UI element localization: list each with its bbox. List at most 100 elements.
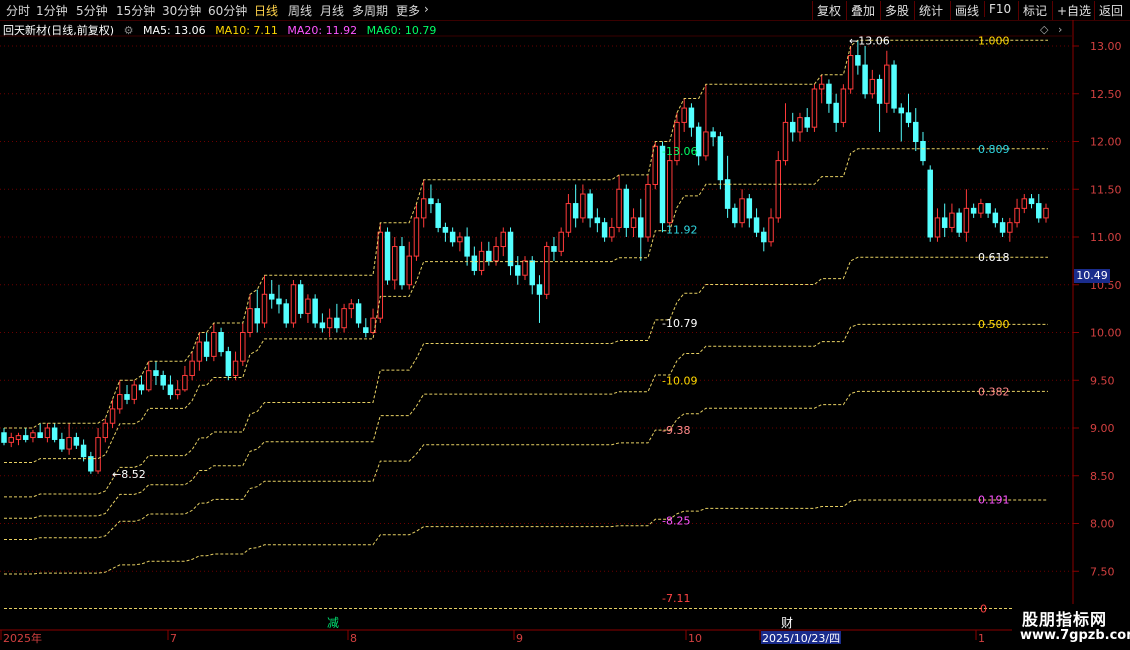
candle-down <box>891 64 897 109</box>
candle-down <box>905 112 912 123</box>
candle-up <box>884 64 890 104</box>
candle-up <box>840 88 847 123</box>
candle-up <box>768 217 774 243</box>
candle-down <box>710 131 716 138</box>
candle-up <box>189 360 195 376</box>
candle-up <box>782 121 789 162</box>
candle-down <box>283 303 289 324</box>
x-tick-label: 10 <box>688 632 702 645</box>
candle-down <box>124 394 130 400</box>
candle-down <box>384 231 391 281</box>
watermark-title: 股朋指标网 <box>1022 610 1108 629</box>
candle-up <box>457 236 463 243</box>
candle-down <box>623 188 630 228</box>
candle-up <box>652 145 658 185</box>
candle-up <box>290 284 297 324</box>
candle-up <box>681 107 687 123</box>
candle-down <box>449 231 456 243</box>
candle-down <box>22 435 29 440</box>
candle-down <box>507 231 514 267</box>
price-annotation: ←8.52 <box>112 468 146 481</box>
candle-down <box>486 250 492 262</box>
x-tick-label: 2025年 <box>3 631 42 645</box>
candle-down <box>927 169 933 238</box>
event-marker-earnings: 财 <box>781 616 793 630</box>
candle-up <box>66 437 72 450</box>
candle-up <box>348 303 355 310</box>
candle-down <box>428 198 434 205</box>
y-tick-label: 12.50 <box>1090 88 1122 101</box>
candle-down <box>913 121 919 143</box>
y-tick-label: 9.00 <box>1090 422 1115 435</box>
candle-down <box>160 374 166 386</box>
candle-down <box>203 341 210 357</box>
candle-up <box>493 246 499 262</box>
candle-up <box>261 293 268 324</box>
candle-up <box>500 231 507 248</box>
candle-up <box>413 217 420 257</box>
candle-down <box>268 293 275 300</box>
candle-down <box>59 438 65 450</box>
candle-down <box>1036 203 1042 219</box>
y-tick-label: 13.00 <box>1090 40 1122 53</box>
candle-down <box>515 265 521 276</box>
price-annotation: -10.09 <box>662 374 697 387</box>
fib-ratio-label: 1.000 <box>978 34 1010 47</box>
candle-down <box>594 217 601 224</box>
candle-up <box>102 422 109 439</box>
candle-down <box>920 141 926 162</box>
candle-down <box>551 246 557 252</box>
candle-down <box>80 444 87 458</box>
x-tick-label: 8 <box>350 632 357 645</box>
candle-up <box>392 246 398 281</box>
y-tick-label: 11.00 <box>1090 231 1122 244</box>
price-annotation: -10.79 <box>662 317 697 330</box>
candlestick-chart[interactable]: 13.0012.5012.0011.5011.0010.5010.009.509… <box>0 0 1130 650</box>
fib-ratio-label: 0 <box>980 602 987 615</box>
candle-down <box>941 217 948 228</box>
candle-down <box>572 203 579 219</box>
candle-down <box>153 370 159 376</box>
y-tick-label: 9.50 <box>1090 374 1115 387</box>
candle-up <box>609 226 615 238</box>
candle-up <box>305 298 311 314</box>
candle-down <box>319 322 326 329</box>
candle-down <box>334 317 340 329</box>
candle-down <box>761 231 767 243</box>
candle-up <box>131 384 137 400</box>
price-annotation: -13.06 <box>662 145 697 158</box>
candle-up <box>543 246 550 295</box>
x-tick-label: 1 <box>978 632 985 645</box>
fib-ratio-label: 0.809 <box>978 143 1010 156</box>
watermark-url: www.7gpzb.com <box>1020 628 1130 643</box>
candle-up <box>811 88 818 128</box>
candle-down <box>536 284 543 295</box>
candle-down <box>732 207 738 224</box>
candle-up <box>341 308 347 329</box>
current-price-tag: 10.49 <box>1074 269 1110 283</box>
candle-down <box>898 107 905 114</box>
y-tick-label: 12.00 <box>1090 136 1122 149</box>
candle-down <box>956 212 962 233</box>
candle-down <box>992 212 999 224</box>
candle-up <box>145 370 152 391</box>
candle-down <box>789 121 796 133</box>
candle-up <box>558 231 564 252</box>
price-annotation: -7.11 <box>662 592 690 605</box>
candle-up <box>377 231 384 319</box>
candle-down <box>985 203 991 214</box>
chevron-right-icon: › <box>1058 23 1062 36</box>
candle-down <box>51 427 58 440</box>
candle-up <box>775 160 782 219</box>
y-tick-label: 10.00 <box>1090 327 1122 340</box>
candle-up <box>818 83 825 90</box>
fib-ratio-label: 0.382 <box>978 386 1010 399</box>
candle-up <box>522 260 528 276</box>
fib-channel-line <box>4 323 1048 519</box>
candle-up <box>847 55 854 90</box>
candle-up <box>109 408 116 424</box>
candle-up <box>8 437 14 443</box>
candle-down <box>167 384 174 396</box>
candle-up <box>963 207 970 233</box>
candle-down <box>587 193 593 219</box>
